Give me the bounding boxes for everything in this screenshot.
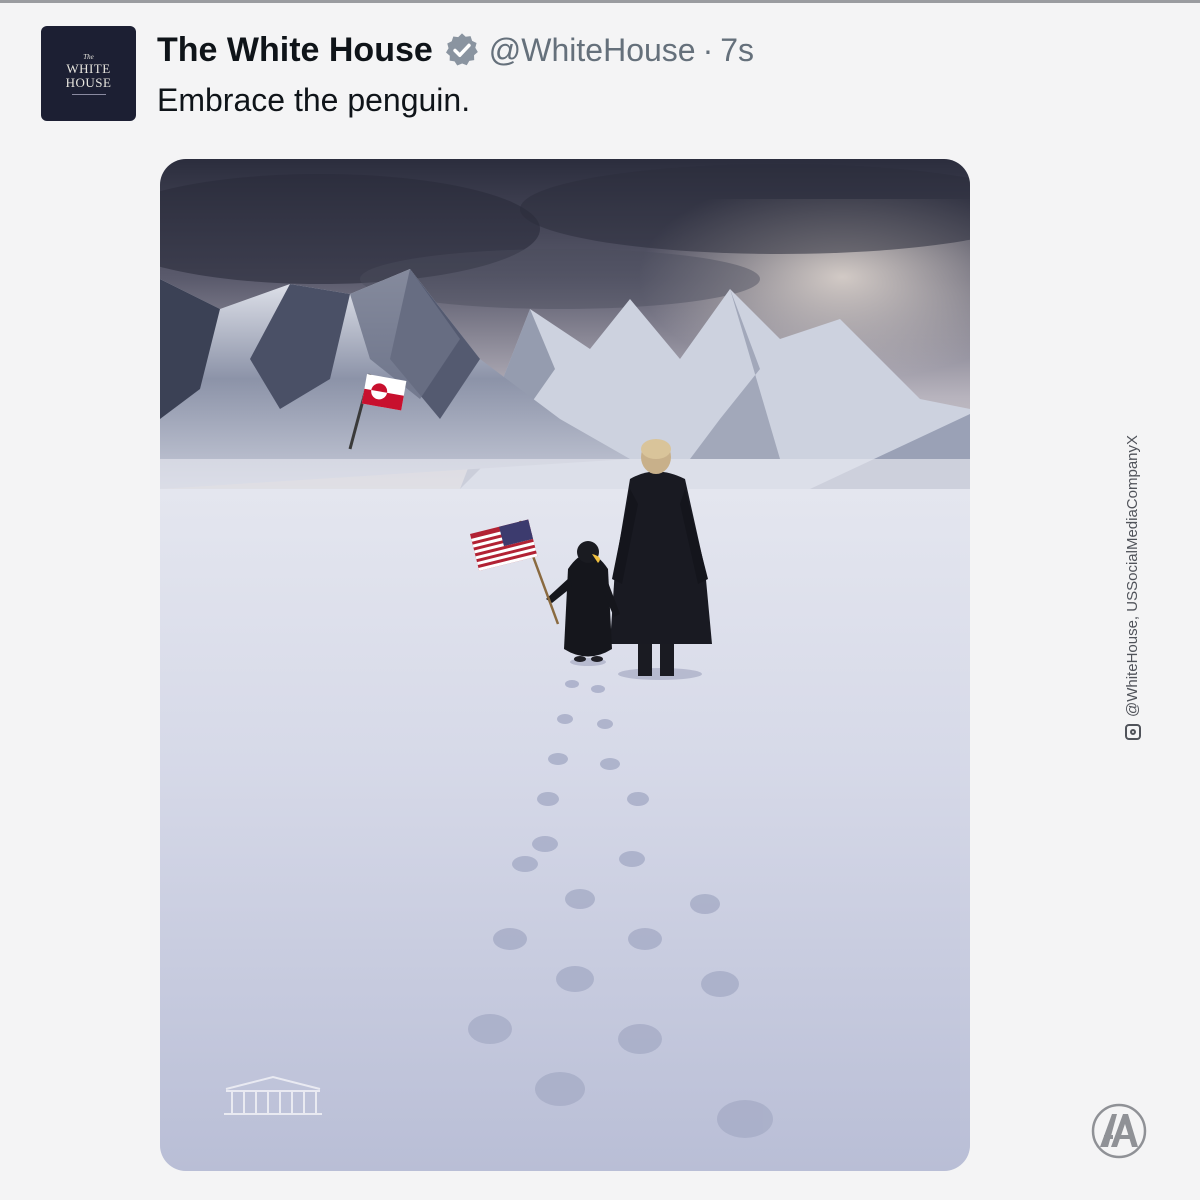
instagram-icon xyxy=(1124,724,1141,740)
photo-credit: @WhiteHouse, USSocialMediaCompanyX xyxy=(1124,435,1141,740)
avatar[interactable]: The WHITE HOUSE xyxy=(41,26,136,121)
top-divider xyxy=(0,0,1200,3)
verified-badge-icon[interactable] xyxy=(443,31,481,69)
timestamp[interactable]: 7s xyxy=(720,32,754,69)
user-handle[interactable]: @WhiteHouse xyxy=(489,32,696,69)
display-name[interactable]: The White House xyxy=(157,31,433,70)
tweet-media-image[interactable] xyxy=(160,159,970,1171)
separator-dot: · xyxy=(702,31,714,68)
avatar-text-white: WHITE xyxy=(66,60,111,76)
aa-logo-icon xyxy=(1090,1102,1148,1160)
avatar-rule xyxy=(71,93,106,95)
photo-credit-text: @WhiteHouse, USSocialMediaCompanyX xyxy=(1124,434,1141,717)
tweet-text: Embrace the penguin. xyxy=(157,82,471,118)
avatar-text-house: HOUSE xyxy=(65,74,112,90)
tweet-header: The White House @WhiteHouse · 7s xyxy=(157,28,754,72)
